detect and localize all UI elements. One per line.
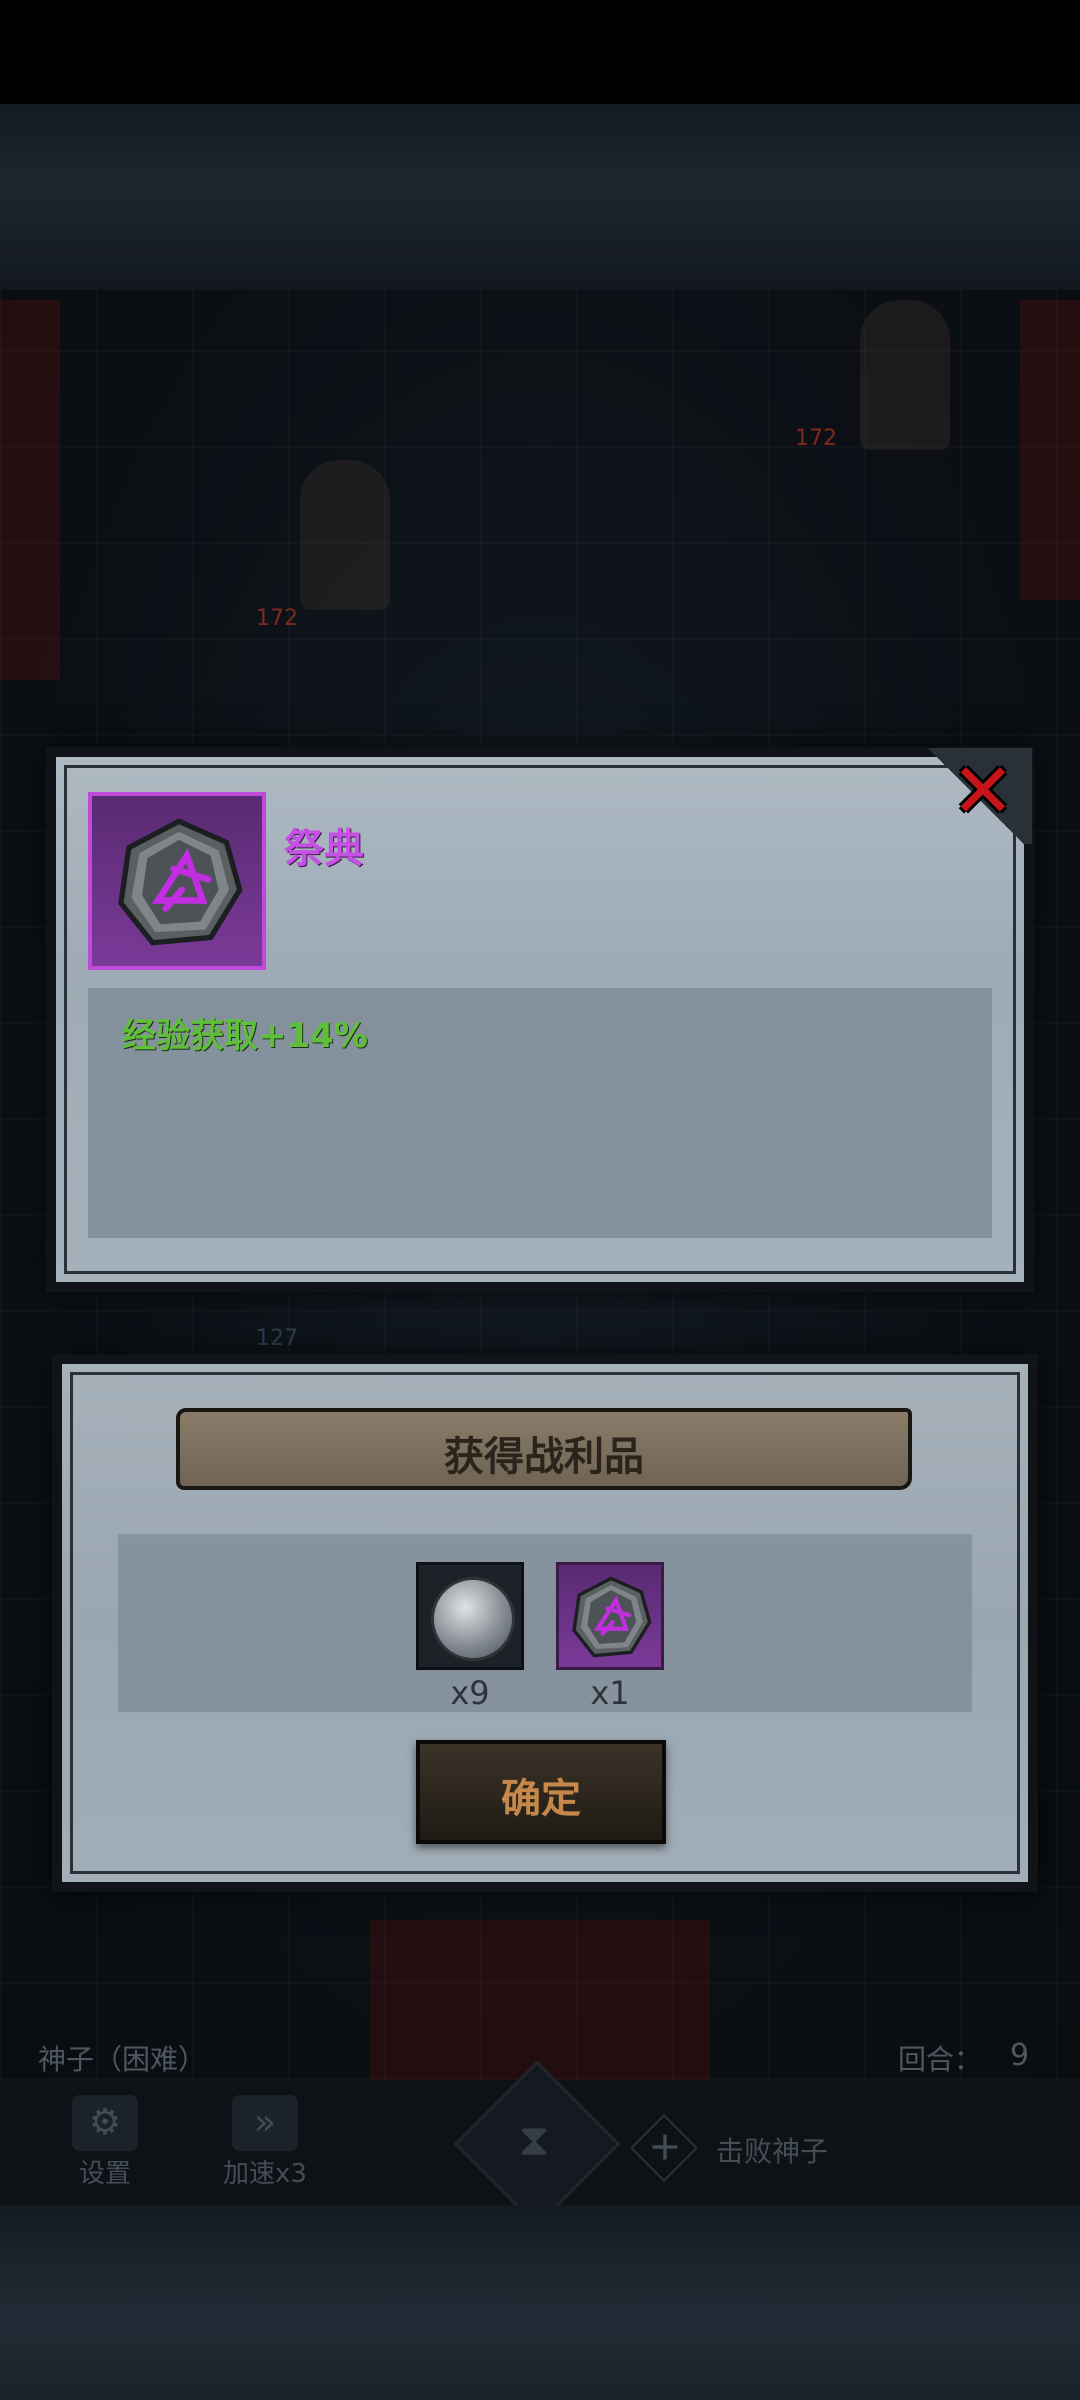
rune-stone-icon [572, 1576, 652, 1658]
rune-stone-icon [118, 818, 243, 946]
item-name: 祭典 [284, 826, 364, 872]
loot-item-rune[interactable] [556, 1562, 664, 1670]
loot-items-area [118, 1534, 972, 1712]
close-button[interactable]: ✕ [948, 753, 1018, 829]
loot-item-coin[interactable] [416, 1562, 524, 1670]
item-icon-frame [88, 792, 266, 970]
status-bar-area [0, 0, 1080, 104]
item-effect-text: 经验获取+14% [122, 1016, 368, 1056]
silver-coin-icon [431, 1577, 515, 1661]
bottom-footer-band [0, 2205, 1080, 2400]
loot-title: 获得战利品 [444, 1434, 644, 1480]
loot-count: x1 [590, 1674, 630, 1712]
confirm-button-label: 确定 [501, 1776, 581, 1822]
loot-count: x9 [450, 1674, 490, 1712]
